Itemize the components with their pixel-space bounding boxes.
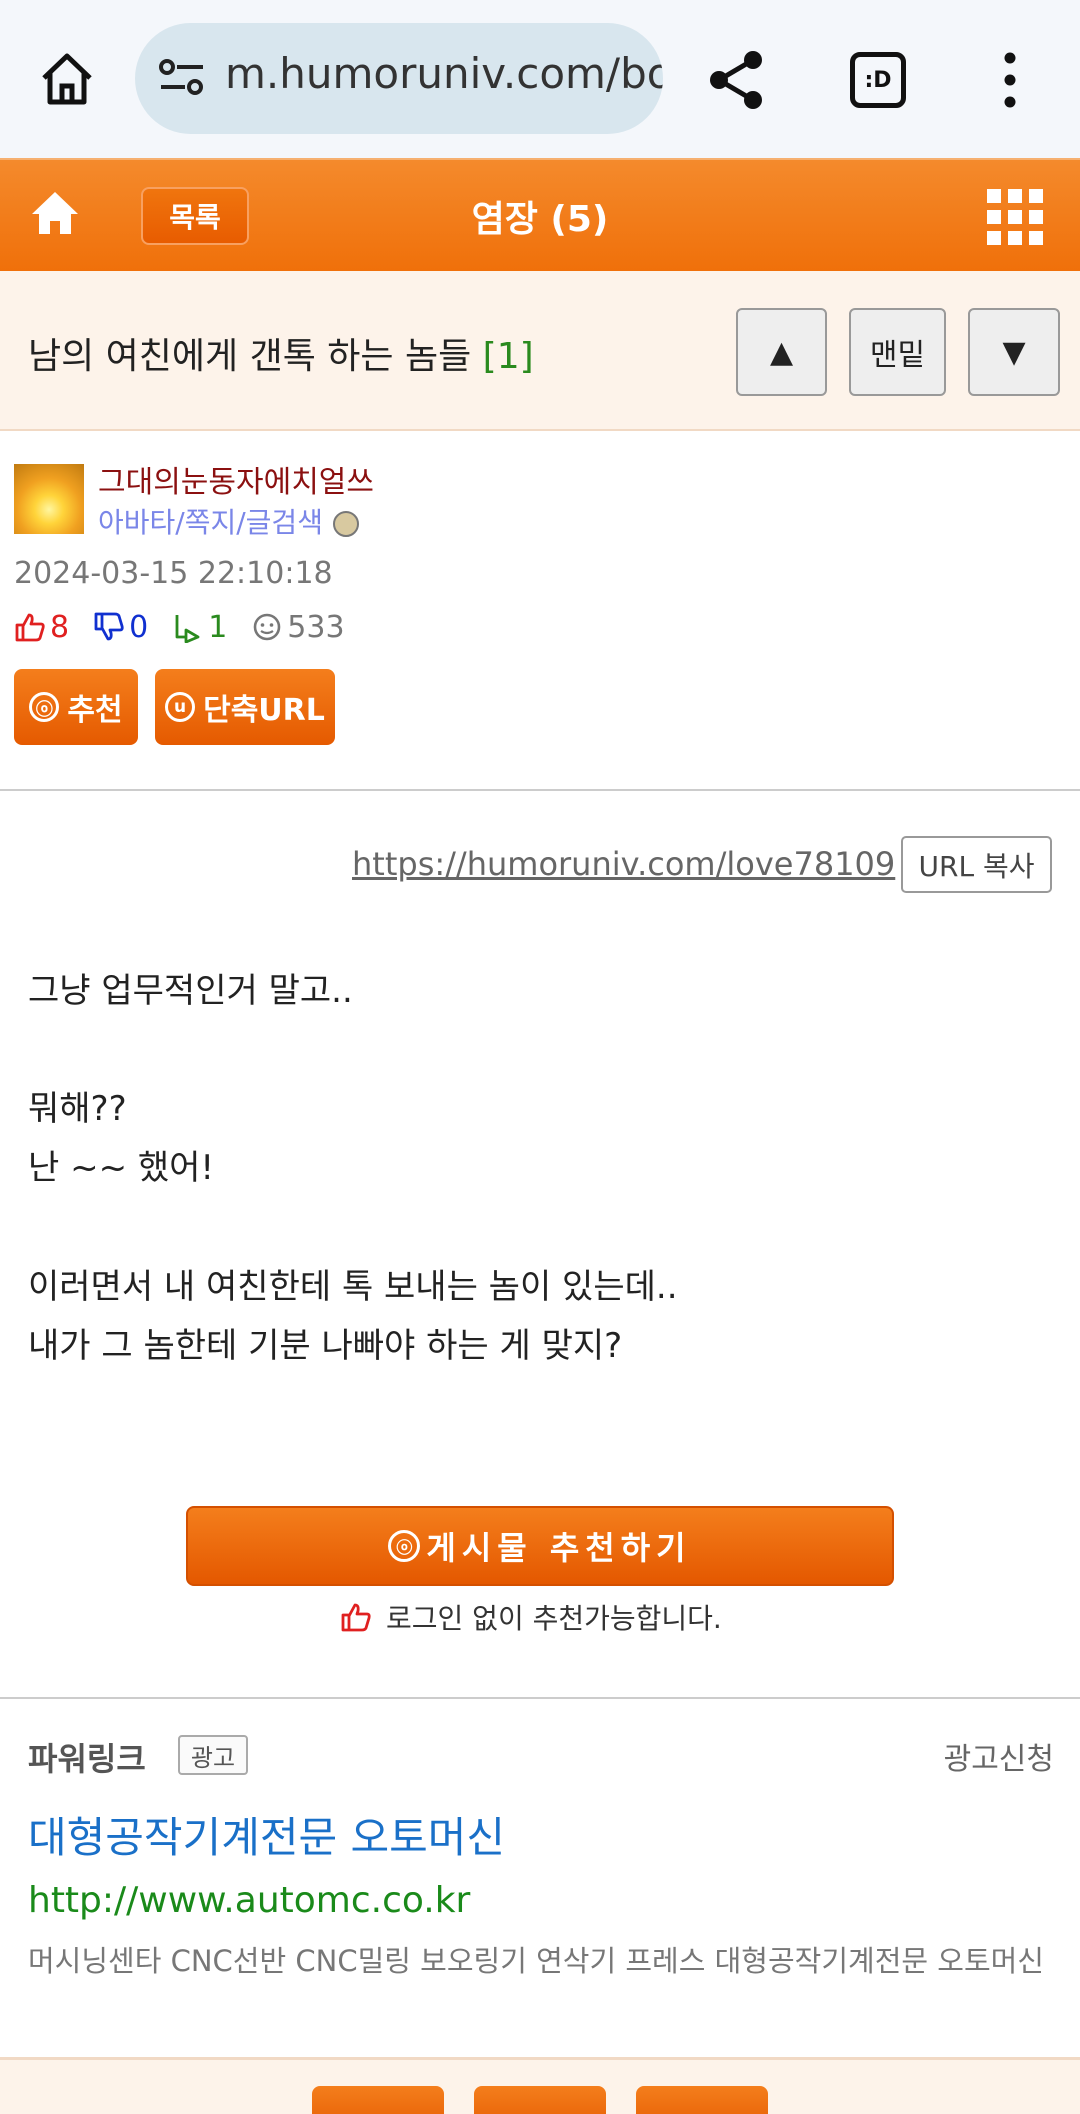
thumbs-up-icon — [15, 613, 45, 642]
short-url-label: 단축URL — [203, 693, 325, 728]
level-badge-icon — [332, 511, 359, 537]
author-section: 그대의눈동자에치얼쓰 아바타/쪽지/글검색 2024-03-15 22:10:1… — [0, 431, 1080, 791]
like-count: 8 — [14, 610, 69, 645]
reply-count: 1 — [172, 610, 227, 645]
no-login-text: 로그인 없이 추천가능합니다. — [386, 1602, 722, 1635]
url-copy-button[interactable]: URL 복사 — [901, 836, 1052, 893]
like-count-value: 8 — [50, 609, 70, 645]
ad-badge: 광고 — [178, 1735, 248, 1775]
site-info-icon[interactable] — [157, 57, 207, 99]
site-header: 목록 염장 (5) — [0, 158, 1080, 271]
comment-count[interactable]: [1] — [483, 336, 534, 377]
post-recommend-button[interactable]: ⓞ 게시물 추천하기 — [186, 1506, 894, 1586]
short-url-button[interactable]: u 단축URL — [155, 669, 335, 745]
reply-arrow-icon — [175, 615, 200, 643]
scroll-down-button[interactable]: ▼ — [968, 308, 1060, 396]
post-title: 남의 여친에게 갠톡 하는 놈들 [1] — [28, 327, 534, 379]
apps-grid-icon[interactable] — [987, 189, 1043, 245]
home-icon[interactable] — [38, 50, 96, 108]
more-options-icon[interactable] — [998, 52, 1022, 108]
author-links-text[interactable]: 아바타/쪽지/글검색 — [98, 506, 323, 539]
divider — [0, 1697, 1080, 1699]
post-body-line: 이러면서 내 여친한테 톡 보내는 놈이 있는데.. — [28, 1267, 678, 1307]
dislike-count-value: 0 — [129, 609, 149, 645]
bottom-button[interactable] — [636, 2086, 768, 2114]
post-stats: 8 0 1 533 — [14, 607, 369, 647]
post-body-line: 내가 그 놈한테 기분 나빠야 하는 게 맞지? — [28, 1326, 623, 1366]
scroll-bottom-button[interactable]: 맨밑 — [849, 308, 946, 396]
thumbs-down-icon — [94, 612, 124, 641]
powerlink-label: 파워링크 — [28, 1740, 146, 1778]
ad-apply-link[interactable]: 광고신청 — [944, 1734, 1054, 1778]
address-bar[interactable]: m.humoruniv.com/board/humor/read.html — [135, 23, 663, 134]
view-face-icon — [253, 613, 281, 641]
post-body-line: 난 ~~ 했어! — [28, 1148, 215, 1188]
recommend-circle-icon: ⓞ — [388, 1530, 421, 1562]
thumbs-up-icon — [341, 1603, 371, 1632]
bottom-button[interactable] — [474, 2086, 606, 2114]
post-body-line: 뭐해?? — [28, 1089, 127, 1129]
post-recommend-label: 게시물 추천하기 — [426, 1529, 692, 1567]
share-icon[interactable] — [705, 48, 769, 112]
view-count: 533 — [251, 609, 345, 645]
ad-title-link[interactable]: 대형공작기계전문 오토머신 — [28, 1804, 505, 1865]
view-count-value: 533 — [287, 609, 345, 645]
ad-description[interactable]: 머시닝센타 CNC선반 CNC밀링 보오링기 연삭기 프레스 대형공작기계전문 … — [28, 1942, 1068, 1980]
author-name[interactable]: 그대의눈동자에치얼쓰 — [98, 457, 374, 501]
recommend-label: 추천 — [67, 693, 123, 728]
bottom-action-bar — [0, 2057, 1080, 2114]
ad-url-link[interactable]: http://www.automc.co.kr — [28, 1880, 470, 1921]
dislike-count: 0 — [93, 610, 148, 645]
tab-switcher-button[interactable]: :D — [850, 52, 906, 108]
url-text[interactable]: m.humoruniv.com/board/humor/read.html — [225, 49, 663, 98]
site-home-icon[interactable] — [30, 188, 80, 238]
browser-toolbar: m.humoruniv.com/board/humor/read.html :D — [0, 0, 1080, 158]
recommend-icon: ⓞ — [29, 692, 60, 722]
author-links[interactable]: 아바타/쪽지/글검색 — [98, 501, 359, 541]
no-login-note: 로그인 없이 추천가능합니다. — [340, 1597, 722, 1637]
post-short-url-link[interactable]: https://humoruniv.com/love78109 — [352, 845, 895, 883]
post-body-line: 그냥 업무적인거 말고.. — [28, 971, 353, 1011]
recommend-button[interactable]: ⓞ 추천 — [14, 669, 138, 745]
scroll-top-button[interactable]: ▲ — [736, 308, 827, 396]
bottom-button[interactable] — [312, 2086, 444, 2114]
avatar[interactable] — [14, 464, 84, 534]
post-date: 2024-03-15 22:10:18 — [14, 556, 333, 591]
list-button[interactable]: 목록 — [141, 187, 249, 245]
post-title-bar: 남의 여친에게 갠톡 하는 놈들 [1] ▲ 맨밑 ▼ — [0, 271, 1080, 431]
reply-count-value: 1 — [208, 609, 228, 645]
short-url-icon: u — [165, 692, 196, 722]
post-title-text: 남의 여친에게 갠톡 하는 놈들 — [28, 336, 472, 377]
